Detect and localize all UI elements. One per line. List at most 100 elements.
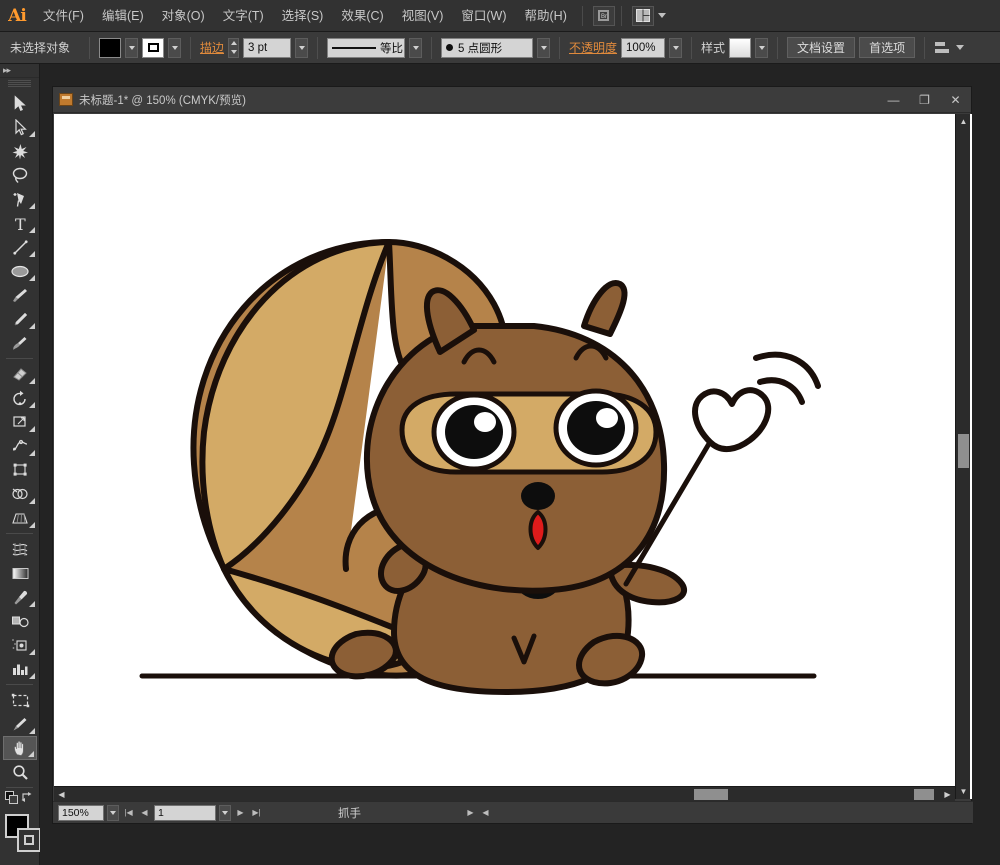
next-page-icon[interactable]: ▶ [234, 805, 247, 821]
brush-caret-icon[interactable] [537, 38, 550, 58]
gradient-tool[interactable] [3, 561, 37, 585]
stroke-weight-input[interactable]: 3 pt [243, 38, 291, 58]
paintbrush-tool[interactable] [3, 283, 37, 307]
scroll-down-icon[interactable]: ▼ [956, 784, 971, 799]
blend-tool[interactable] [3, 609, 37, 633]
cb-divider-4 [431, 37, 432, 59]
opacity-input[interactable]: 100% [621, 38, 665, 58]
app-logo-icon: Ai [0, 0, 34, 32]
first-page-icon[interactable]: |◀ [122, 805, 135, 821]
lasso-tool[interactable] [3, 163, 37, 187]
zoom-level-caret-icon[interactable] [107, 805, 119, 821]
stroke-swatch[interactable] [17, 828, 41, 852]
default-fill-stroke-icon[interactable] [5, 791, 18, 809]
style-caret-icon[interactable] [755, 38, 768, 58]
stroke-dropdown-caret-icon[interactable] [168, 38, 181, 58]
column-graph-tool[interactable] [3, 657, 37, 681]
horizontal-scroll-thumb[interactable] [694, 789, 728, 800]
eraser-tool[interactable] [3, 362, 37, 386]
menu-edit[interactable]: 编辑(E) [93, 0, 153, 32]
zoom-tool[interactable] [3, 760, 37, 784]
vertical-scroll-thumb[interactable] [958, 434, 969, 468]
graphic-style-swatch[interactable] [729, 38, 751, 58]
menu-view[interactable]: 视图(V) [393, 0, 453, 32]
free-transform-tool[interactable] [3, 458, 37, 482]
document-setup-button[interactable]: 文档设置 [787, 37, 855, 58]
prev-page-icon[interactable]: ◀ [138, 805, 151, 821]
brush-preview-icon [446, 44, 453, 51]
toolbar-drag-handle[interactable] [8, 80, 31, 88]
perspective-grid-tool[interactable] [3, 506, 37, 530]
bridge-icon[interactable]: Br [593, 6, 615, 26]
arrange-documents-icon[interactable] [632, 6, 654, 26]
slice-tool[interactable] [3, 712, 37, 736]
brush-definition-select[interactable]: 5 点圆形 [441, 38, 533, 58]
minimize-button[interactable]: — [878, 90, 909, 110]
stroke-color-swatch[interactable] [142, 38, 164, 58]
magic-wand-tool[interactable] [3, 139, 37, 163]
type-tool[interactable]: T [3, 211, 37, 235]
direct-selection-tool[interactable] [3, 115, 37, 139]
preferences-button[interactable]: 首选项 [859, 37, 915, 58]
arrange-dropdown-caret-icon[interactable] [658, 13, 666, 18]
opacity-caret-icon[interactable] [669, 38, 682, 58]
canvas-vertical-scrollbar[interactable]: ▲ ▼ [955, 114, 970, 799]
menu-type[interactable]: 文字(T) [214, 0, 273, 32]
symbol-sprayer-tool[interactable] [3, 633, 37, 657]
menu-bar: Ai 文件(F) 编辑(E) 对象(O) 文字(T) 选择(S) 效果(C) 视… [0, 0, 1000, 32]
toolbar-divider-2 [6, 533, 33, 534]
stroke-weight-caret-icon[interactable] [295, 38, 308, 58]
flyout-indicator-icon [29, 203, 35, 209]
horizontal-scroll-thumb-end[interactable] [914, 789, 934, 800]
mesh-tool[interactable] [3, 537, 37, 561]
selection-tool[interactable] [3, 91, 37, 115]
stroke-weight-stepper[interactable] [228, 38, 239, 58]
canvas-artboard[interactable] [54, 114, 972, 799]
status-next-icon[interactable]: ▶ [464, 805, 477, 821]
document-title-bar[interactable]: 未标题-1* @ 150% (CMYK/预览) — ❐ ✕ [53, 87, 971, 113]
align-icon[interactable] [934, 40, 964, 56]
maximize-button[interactable]: ❐ [909, 90, 940, 110]
close-button[interactable]: ✕ [940, 90, 971, 110]
scroll-right-icon[interactable]: ▶ [940, 787, 955, 802]
stroke-profile-preview-icon [332, 47, 376, 49]
blob-brush-tool[interactable] [3, 331, 37, 355]
scroll-left-icon[interactable]: ◀ [54, 787, 69, 802]
selection-status-label: 未选择对象 [6, 39, 80, 56]
status-text[interactable]: 抓手 [338, 805, 361, 821]
hand-tool[interactable] [3, 736, 37, 760]
menu-effect[interactable]: 效果(C) [332, 0, 392, 32]
swap-fill-stroke-icon[interactable] [21, 791, 34, 809]
last-page-icon[interactable]: ▶| [250, 805, 263, 821]
page-number-caret-icon[interactable] [219, 805, 231, 821]
stroke-profile-caret-icon[interactable] [409, 38, 422, 58]
opacity-label[interactable]: 不透明度 [569, 39, 617, 56]
canvas-horizontal-scrollbar[interactable]: ◀ ▶ [54, 786, 955, 801]
artboard-tool[interactable] [3, 688, 37, 712]
menu-file[interactable]: 文件(F) [34, 0, 93, 32]
align-caret-icon[interactable] [956, 45, 964, 50]
pencil-tool[interactable] [3, 307, 37, 331]
width-tool[interactable] [3, 434, 37, 458]
pen-tool[interactable] [3, 187, 37, 211]
status-menu-arrows[interactable]: ▶ ◀ [464, 805, 492, 821]
menu-select[interactable]: 选择(S) [273, 0, 333, 32]
scale-tool[interactable] [3, 410, 37, 434]
line-segment-tool[interactable] [3, 235, 37, 259]
fill-color-swatch[interactable] [99, 38, 121, 58]
ellipse-tool[interactable] [3, 259, 37, 283]
menu-window[interactable]: 窗口(W) [452, 0, 515, 32]
toolbar-collapse-button[interactable]: ▸▸ [0, 64, 39, 78]
status-prev-icon[interactable]: ◀ [479, 805, 492, 821]
scroll-up-icon[interactable]: ▲ [956, 114, 971, 129]
rotate-tool[interactable] [3, 386, 37, 410]
zoom-level-input[interactable]: 150% [58, 805, 104, 821]
shape-builder-tool[interactable] [3, 482, 37, 506]
eyedropper-tool[interactable] [3, 585, 37, 609]
fill-dropdown-caret-icon[interactable] [125, 38, 138, 58]
stroke-profile-select[interactable]: 等比 [327, 38, 405, 58]
page-number-input[interactable]: 1 [154, 805, 216, 821]
menu-object[interactable]: 对象(O) [153, 0, 214, 32]
menu-help[interactable]: 帮助(H) [516, 0, 576, 32]
stroke-weight-label[interactable]: 描边 [200, 39, 224, 56]
